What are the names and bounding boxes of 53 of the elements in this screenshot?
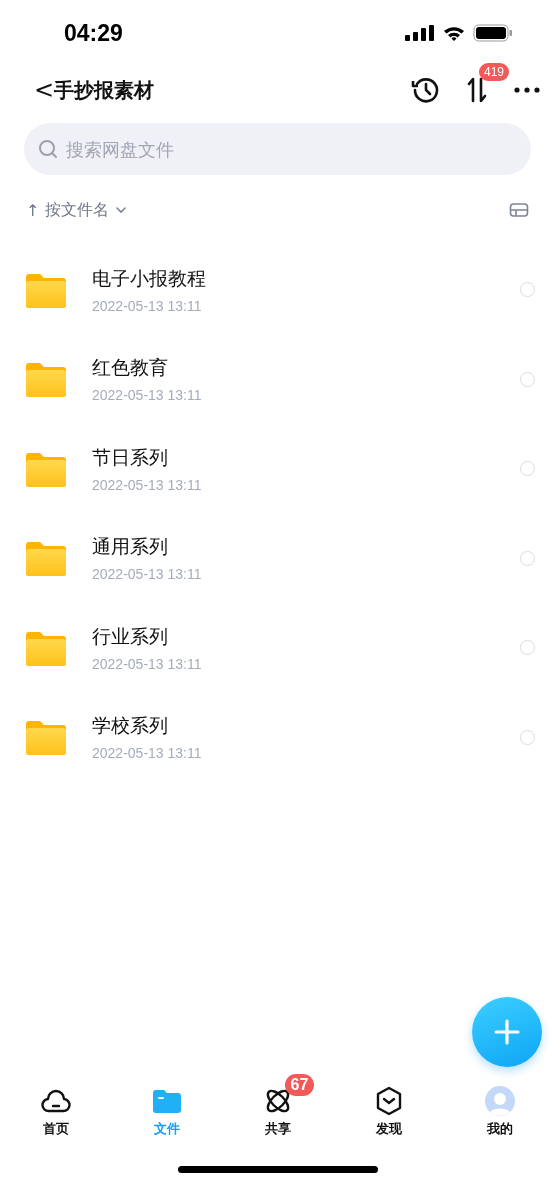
modified-date: 2022-05-13 13:11: [92, 745, 203, 762]
tab[interactable]: 首页: [0, 1076, 111, 1152]
search-field[interactable]: 搜索网盘文件: [24, 123, 531, 175]
modified-date: 2022-05-13 13:11: [92, 655, 203, 672]
folder-name: 红色教育: [92, 355, 169, 381]
search-icon: [38, 139, 58, 159]
more-icon: [513, 86, 541, 94]
home-indicator[interactable]: [177, 1166, 378, 1173]
notification-badge: 419: [479, 63, 510, 81]
history-icon: [411, 75, 441, 105]
add-button[interactable]: [472, 997, 542, 1067]
status-time: 04:29: [64, 19, 123, 47]
folder-item[interactable]: 行业系列 2022-05-13 13:11: [0, 603, 555, 693]
folder-item[interactable]: 学校系列 2022-05-13 13:11: [0, 692, 555, 782]
folder-name: 节日系列: [92, 444, 169, 470]
folder-icon: [26, 450, 66, 487]
folder-item[interactable]: 红色教育 2022-05-13 13:11: [0, 334, 555, 424]
tab[interactable]: 我的: [444, 1076, 555, 1152]
folder-name: 学校系列: [92, 713, 169, 739]
folder-icon: [26, 540, 66, 577]
cloud-icon: [39, 1087, 72, 1115]
folder-icon: [152, 1089, 181, 1113]
folder-icon: [26, 719, 66, 756]
folder-icon: [26, 271, 66, 308]
modified-date: 2022-05-13 13:11: [92, 566, 203, 583]
notification-badge: 67: [284, 1074, 315, 1096]
battery-icon: [473, 24, 513, 42]
sort-button[interactable]: ↑ 按文件名: [26, 199, 128, 221]
tab[interactable]: 67 共享: [222, 1076, 333, 1152]
folder-name: 通用系列: [92, 534, 169, 560]
folder-item[interactable]: 节日系列 2022-05-13 13:11: [0, 424, 555, 514]
back-button[interactable]: <: [34, 78, 55, 102]
wifi-icon: [443, 25, 465, 41]
tab[interactable]: 发现: [333, 1076, 444, 1152]
modified-date: 2022-05-13 13:11: [92, 387, 203, 404]
chevron-down-icon: [115, 206, 128, 214]
folder-name: 电子小报教程: [92, 265, 207, 291]
signal-icon: [405, 25, 435, 41]
avatar-icon: [484, 1086, 515, 1116]
more-button[interactable]: [513, 86, 541, 94]
folder-item[interactable]: 电子小报教程 2022-05-13 13:11: [0, 245, 555, 335]
folder-item[interactable]: 通用系列 2022-05-13 13:11: [0, 513, 555, 603]
list-view-icon: [509, 202, 529, 218]
modified-date: 2022-05-13 13:11: [92, 297, 203, 314]
folder-icon: [26, 361, 66, 398]
modified-date: 2022-05-13 13:11: [92, 476, 203, 493]
history-button[interactable]: [411, 75, 441, 105]
hexagon-icon: [374, 1086, 403, 1116]
folder-icon: [26, 629, 66, 666]
view-toggle-button[interactable]: [509, 202, 529, 218]
plus-icon: [494, 1019, 520, 1045]
page-title: 手抄报素材: [54, 76, 156, 104]
folder-name: 行业系列: [92, 623, 169, 649]
